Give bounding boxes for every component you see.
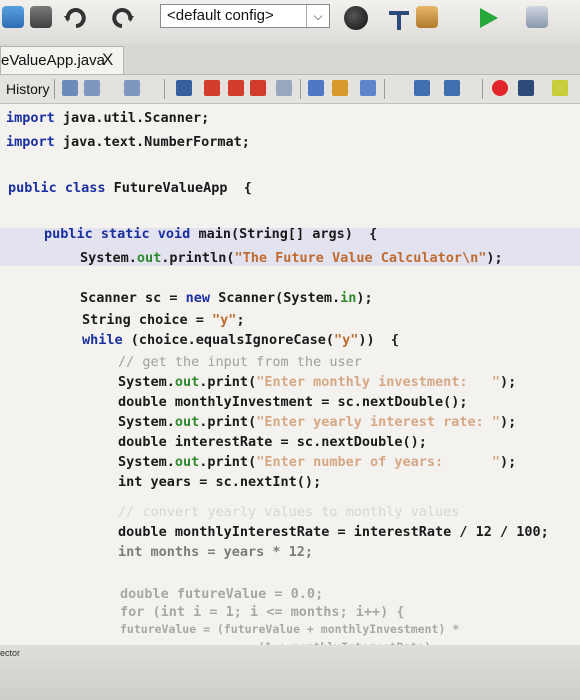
shift-left-icon[interactable] [414,80,430,96]
build-icon[interactable] [344,6,368,30]
clean-and-build-icon[interactable] [416,6,438,28]
toggle-highlight-icon[interactable] [250,80,266,96]
clean-build-icon[interactable] [386,6,409,30]
next-bookmark-icon[interactable] [332,80,348,96]
close-icon[interactable]: X [102,50,113,70]
file-tab[interactable]: eValueApp.java X [0,46,124,74]
code-line: double interestRate = sc.nextDouble(); [118,434,427,450]
code-line: int months = years * 12; [118,544,314,560]
code-line: for (int i = 1; i <= months; i++) { [120,604,405,620]
toolbar-divider [164,79,165,99]
config-value: <default config> [167,7,274,24]
save-all-icon[interactable] [30,6,52,28]
history-tab[interactable]: History [2,78,54,100]
run-icon[interactable] [476,6,498,28]
toggle-bookmark-icon[interactable] [360,80,376,96]
toolbar-divider [384,79,385,99]
find-icon[interactable] [176,80,192,96]
code-line: while (choice.equalsIgnoreCase("y")) { [82,332,399,348]
undo-icon[interactable] [62,6,86,28]
code-line: System.out.print("Enter monthly investme… [118,374,517,390]
chevron-down-icon[interactable]: ⌵ [306,5,329,27]
stop-macro-icon[interactable] [518,80,534,96]
code-comment: // convert yearly values to monthly valu… [118,504,460,520]
last-edit-icon[interactable] [62,80,78,96]
code-line: import java.util.Scanner; [6,110,210,126]
navigator-label[interactable]: ector [0,648,20,658]
code-line: Scanner sc = new Scanner(System.in); [80,290,373,306]
code-editor[interactable]: import java.util.Scanner; import java.te… [0,104,580,664]
code-line: double futureValue = 0.0; [120,586,324,602]
bottom-panel: ector [0,645,580,700]
editor-toolbar: History [0,75,580,104]
open-project-icon[interactable] [2,6,24,28]
comment-icon[interactable] [552,80,568,96]
editor-tab-bar: eValueApp.java X [0,44,580,75]
find-next-icon[interactable] [228,80,244,96]
back-icon[interactable] [84,80,100,96]
toolbar-divider [54,79,55,99]
code-comment: // get the input from the user [118,354,362,370]
code-line: int years = sc.nextInt(); [118,474,322,490]
code-line: double monthlyInvestment = sc.nextDouble… [118,394,468,410]
previous-bookmark-icon[interactable] [308,80,324,96]
redo-icon[interactable] [112,6,134,28]
shift-right-icon[interactable] [444,80,460,96]
code-line: futureValue = (futureValue + monthlyInve… [120,622,460,636]
find-previous-icon[interactable] [204,80,220,96]
code-line: System.out.print("Enter number of years:… [118,454,517,470]
toggle-rectangular-icon[interactable] [276,80,292,96]
code-line: public static void main(String[] args) { [44,226,378,242]
forward-icon[interactable] [124,80,140,96]
main-toolbar: <default config> ⌵ [0,0,580,44]
code-line: import java.text.NumberFormat; [6,134,250,150]
code-line: String choice = "y"; [82,312,245,328]
code-line: public class FutureValueApp { [8,180,252,196]
code-line: System.out.print("Enter yearly interest … [118,414,517,430]
file-tab-label: eValueApp.java [1,52,105,69]
toolbar-divider [300,79,301,99]
code-line: double monthlyInterestRate = interestRat… [118,524,549,540]
start-macro-icon[interactable] [492,80,508,96]
config-dropdown[interactable]: <default config> ⌵ [160,4,330,28]
toolbar-divider [482,79,483,99]
code-line: System.out.println("The Future Value Cal… [80,250,503,266]
debug-icon[interactable] [526,6,548,28]
